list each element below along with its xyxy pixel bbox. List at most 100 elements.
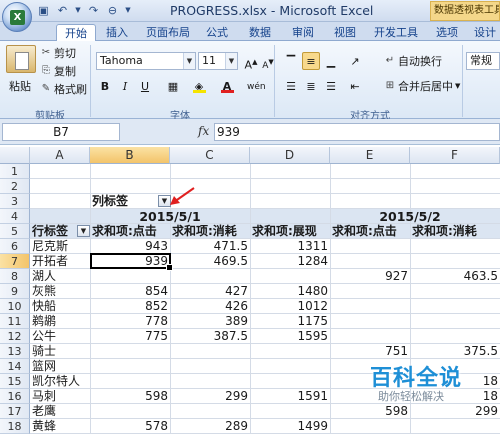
- pivot-value-cell[interactable]: 1499: [250, 419, 330, 434]
- paste-icon[interactable]: [6, 45, 36, 73]
- tab-insert[interactable]: 插入: [100, 24, 134, 41]
- undo-icon[interactable]: ↶: [55, 3, 70, 18]
- merge-center-button[interactable]: ⊞ 合并后居中 ▼: [384, 78, 461, 94]
- pivot-value-cell[interactable]: [330, 254, 410, 269]
- pivot-value-cell[interactable]: [250, 344, 330, 359]
- row-header-10[interactable]: 10: [0, 299, 30, 314]
- tab-page-layout[interactable]: 页面布局: [140, 24, 196, 41]
- pivot-value-cell[interactable]: [330, 239, 410, 254]
- pivot-value-cell[interactable]: [410, 299, 500, 314]
- phonetic-button[interactable]: wén: [246, 77, 266, 95]
- cut-button[interactable]: ✂ 剪切: [40, 45, 76, 61]
- name-box[interactable]: B7: [2, 123, 120, 141]
- pivot-value-cell[interactable]: [410, 329, 500, 344]
- pivot-value-cell[interactable]: [170, 269, 250, 284]
- active-cell-b7[interactable]: [90, 253, 173, 271]
- pivot-value-cell[interactable]: 1480: [250, 284, 330, 299]
- pivot-value-cell[interactable]: 427: [170, 284, 250, 299]
- tab-review[interactable]: 审阅: [286, 24, 320, 41]
- row-header-11[interactable]: 11: [0, 314, 30, 329]
- copy-button[interactable]: ⎘ 复制: [40, 63, 76, 79]
- pivot-value-cell[interactable]: 389: [170, 314, 250, 329]
- row-header-3[interactable]: 3: [0, 194, 30, 209]
- orientation-button[interactable]: ↗: [346, 52, 364, 70]
- pivot-value-cell[interactable]: 387.5: [170, 329, 250, 344]
- pivot-value-cell[interactable]: [170, 374, 250, 389]
- row-header-9[interactable]: 9: [0, 284, 30, 299]
- pivot-value-cell[interactable]: 598: [90, 389, 170, 404]
- save-icon[interactable]: ▣: [36, 3, 51, 18]
- borders-button[interactable]: ▦: [164, 77, 182, 95]
- align-top-button[interactable]: ▔: [282, 52, 300, 70]
- pivot-value-cell[interactable]: [170, 359, 250, 374]
- pivot-value-cell[interactable]: 778: [90, 314, 170, 329]
- pivot-value-cell[interactable]: [170, 404, 250, 419]
- pivot-value-cell[interactable]: 775: [90, 329, 170, 344]
- pivot-value-cell[interactable]: [410, 419, 500, 434]
- font-color-button[interactable]: A: [218, 77, 236, 95]
- pivot-value-cell[interactable]: [90, 404, 170, 419]
- pivot-value-cell[interactable]: [330, 284, 410, 299]
- row-header-8[interactable]: 8: [0, 269, 30, 284]
- pivot-value-cell[interactable]: [90, 269, 170, 284]
- row-labels-filter-dropdown[interactable]: ▼: [77, 225, 90, 237]
- italic-button[interactable]: I: [116, 77, 134, 95]
- column-header-e[interactable]: E: [330, 147, 410, 164]
- row-header-15[interactable]: 15: [0, 374, 30, 389]
- pivot-value-cell[interactable]: 463.5: [410, 269, 500, 284]
- pivot-value-cell[interactable]: 578: [90, 419, 170, 434]
- tab-data[interactable]: 数据: [240, 24, 280, 41]
- row-header-14[interactable]: 14: [0, 359, 30, 374]
- undo-dropdown-icon[interactable]: ▼: [74, 3, 82, 18]
- pivot-value-cell[interactable]: [250, 374, 330, 389]
- paste-button[interactable]: 粘贴: [9, 78, 31, 94]
- pivot-value-cell[interactable]: 927: [330, 269, 410, 284]
- tab-view[interactable]: 视图: [328, 24, 362, 41]
- insert-function-icon[interactable]: fx: [198, 124, 209, 138]
- pivot-value-cell[interactable]: 299: [170, 389, 250, 404]
- row-header-16[interactable]: 16: [0, 389, 30, 404]
- chevron-down-icon[interactable]: ▼: [455, 82, 460, 90]
- pivot-value-cell[interactable]: [330, 329, 410, 344]
- chevron-down-icon[interactable]: ▼: [183, 53, 195, 69]
- tab-design[interactable]: 设计: [470, 24, 500, 41]
- pivot-tools-context-tab[interactable]: 数据透视表工具: [430, 1, 500, 21]
- pivot-value-cell[interactable]: [250, 404, 330, 419]
- pivot-value-cell[interactable]: 469.5: [170, 254, 250, 269]
- pivot-value-cell[interactable]: [90, 374, 170, 389]
- column-header-d[interactable]: D: [250, 147, 330, 164]
- column-header-f[interactable]: F: [410, 147, 500, 164]
- row-header-6[interactable]: 6: [0, 239, 30, 254]
- pivot-value-cell[interactable]: 426: [170, 299, 250, 314]
- tab-options[interactable]: 选项: [430, 24, 464, 41]
- align-left-button[interactable]: ☰: [282, 77, 300, 95]
- pivot-value-cell[interactable]: 289: [170, 419, 250, 434]
- pivot-value-cell[interactable]: [410, 239, 500, 254]
- pivot-value-cell[interactable]: 1591: [250, 389, 330, 404]
- pivot-value-cell[interactable]: 471.5: [170, 239, 250, 254]
- font-name-combo[interactable]: Tahoma ▼: [96, 52, 196, 70]
- redo-icon[interactable]: ↷: [86, 3, 101, 18]
- pivot-value-cell[interactable]: [170, 344, 250, 359]
- row-header-17[interactable]: 17: [0, 404, 30, 419]
- pivot-value-cell[interactable]: 1595: [250, 329, 330, 344]
- pivot-value-cell[interactable]: [250, 359, 330, 374]
- row-header-13[interactable]: 13: [0, 344, 30, 359]
- pivot-value-cell[interactable]: 854: [90, 284, 170, 299]
- formula-input[interactable]: 939: [214, 123, 500, 141]
- pivot-value-cell[interactable]: [250, 269, 330, 284]
- row-header-1[interactable]: 1: [0, 164, 30, 179]
- pivot-value-cell[interactable]: [90, 344, 170, 359]
- pivot-value-cell[interactable]: 751: [330, 344, 410, 359]
- pivot-value-cell[interactable]: 852: [90, 299, 170, 314]
- pivot-value-cell[interactable]: 1284: [250, 254, 330, 269]
- wrap-text-button[interactable]: ↵ 自动换行: [384, 53, 442, 69]
- row-header-5[interactable]: 5: [0, 224, 30, 239]
- pivot-value-cell[interactable]: 943: [90, 239, 170, 254]
- pivot-value-cell[interactable]: [330, 299, 410, 314]
- tab-developer[interactable]: 开发工具: [368, 24, 424, 41]
- pivot-value-cell[interactable]: 1175: [250, 314, 330, 329]
- row-header-18[interactable]: 18: [0, 419, 30, 434]
- bold-button[interactable]: B: [96, 77, 114, 95]
- pivot-value-cell[interactable]: [330, 314, 410, 329]
